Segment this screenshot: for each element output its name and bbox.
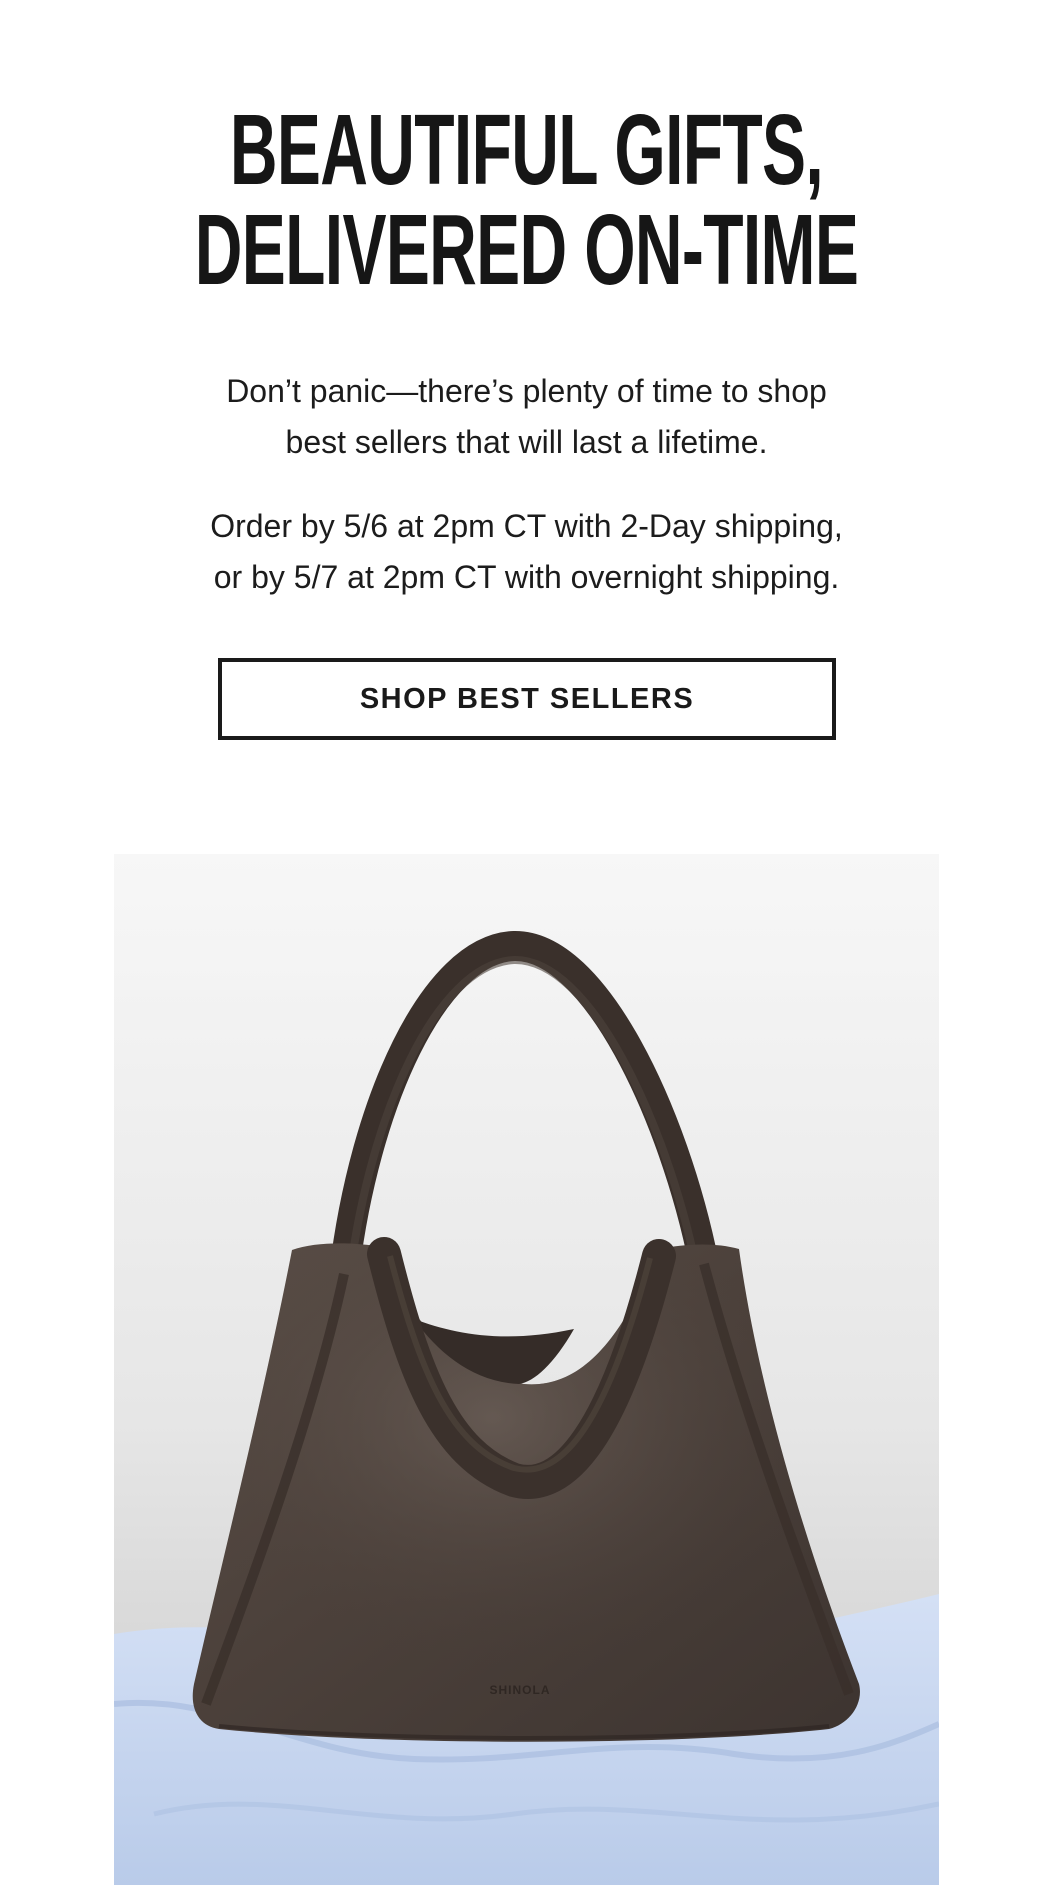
- shipping-paragraph: Order by 5/6 at 2pm CT with 2-Day shippi…: [0, 501, 1053, 603]
- brand-stamp: SHINOLA: [490, 1683, 551, 1697]
- shop-best-sellers-button[interactable]: SHOP BEST SELLERS: [218, 658, 836, 740]
- headline-line-1: BEAUTIFUL GIFTS,: [229, 94, 824, 206]
- product-image-tote-bag[interactable]: SHINOLA: [114, 854, 939, 1885]
- shipping-line-2: or by 5/7 at 2pm CT with overnight shipp…: [213, 559, 840, 595]
- tote-bag-illustration: SHINOLA: [114, 854, 939, 1885]
- intro-line-1: Don’t panic—there’s plenty of time to sh…: [226, 373, 827, 409]
- shop-best-sellers-label: SHOP BEST SELLERS: [359, 682, 695, 715]
- hero-section: BEAUTIFUL GIFTS, DELIVERED ON-TIME: [0, 100, 1053, 300]
- intro-paragraph: Don’t panic—there’s plenty of time to sh…: [0, 366, 1053, 468]
- headline-line-2: DELIVERED ON-TIME: [194, 194, 859, 306]
- intro-line-2: best sellers that will last a lifetime.: [285, 424, 768, 460]
- headline: BEAUTIFUL GIFTS, DELIVERED ON-TIME: [179, 100, 874, 300]
- shipping-line-1: Order by 5/6 at 2pm CT with 2-Day shippi…: [210, 508, 843, 544]
- email-page: BEAUTIFUL GIFTS, DELIVERED ON-TIME Don’t…: [0, 0, 1053, 1885]
